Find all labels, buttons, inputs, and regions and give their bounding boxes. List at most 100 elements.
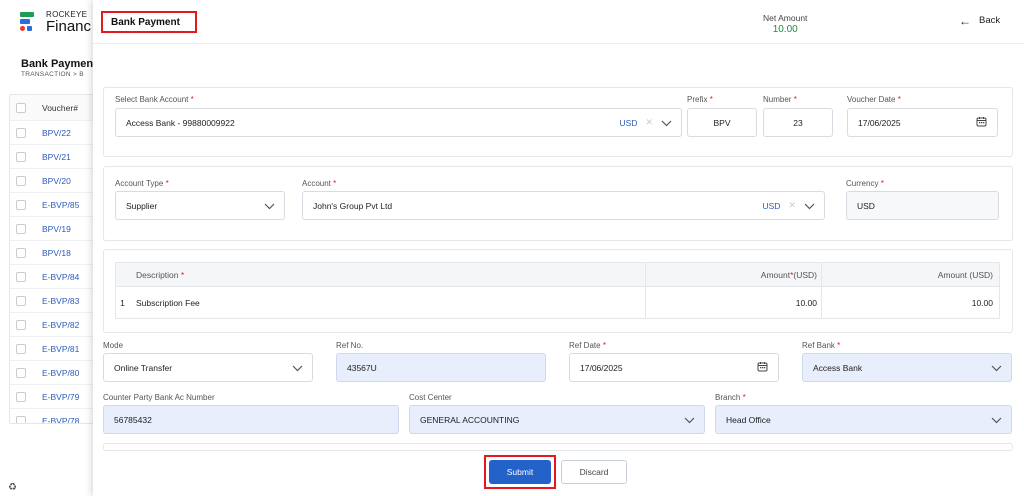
clear-icon[interactable]: ✕: [645, 117, 653, 128]
voucher-link[interactable]: E-BVP/84: [42, 272, 79, 282]
recycle-icon[interactable]: ♻: [8, 482, 17, 493]
table-row[interactable]: E-BVP/80: [10, 361, 98, 385]
number-field[interactable]: 23: [763, 108, 833, 137]
voucher-link[interactable]: E-BVP/83: [42, 296, 79, 306]
chevron-down-icon[interactable]: [991, 415, 1002, 425]
ref-no-field[interactable]: 43567U: [336, 353, 546, 382]
account-type-select[interactable]: Supplier: [115, 191, 285, 220]
description-header: Description *: [126, 263, 646, 286]
row-checkbox[interactable]: [16, 343, 26, 354]
voucher-link[interactable]: BPV/20: [42, 176, 71, 186]
description-cell[interactable]: Subscription Fee: [126, 287, 646, 318]
table-row[interactable]: E-BVP/81: [10, 337, 98, 361]
row-checkbox[interactable]: [16, 415, 26, 423]
voucher-link[interactable]: E-BVP/80: [42, 368, 79, 378]
table-row[interactable]: BPV/19: [10, 217, 98, 241]
select-all-checkbox[interactable]: [16, 102, 26, 113]
account-type-value: Supplier: [126, 200, 158, 211]
table-row[interactable]: BPV/21: [10, 145, 98, 169]
row-index: 1: [120, 297, 125, 308]
calendar-icon[interactable]: [976, 116, 987, 129]
currency-value: USD: [857, 200, 875, 211]
prefix-value: BPV: [713, 117, 731, 128]
row-checkbox[interactable]: [16, 223, 26, 234]
table-row[interactable]: E-BVP/84: [10, 265, 98, 289]
voucher-link[interactable]: BPV/22: [42, 128, 71, 138]
row-checkbox[interactable]: [16, 247, 26, 258]
branch-select[interactable]: Head Office: [715, 405, 1012, 434]
ref-date-field[interactable]: 17/06/2025: [569, 353, 779, 382]
table-row[interactable]: BPV/20: [10, 169, 98, 193]
currency-label: Currency *: [846, 179, 884, 188]
panel-title: Bank Payment: [101, 11, 197, 33]
ref-date-label: Ref Date *: [569, 341, 606, 350]
submit-button[interactable]: Submit: [489, 460, 551, 484]
counter-party-field[interactable]: 56785432: [103, 405, 399, 434]
chevron-down-icon[interactable]: [684, 415, 695, 425]
clear-icon[interactable]: ✕: [788, 200, 796, 211]
arrow-left-icon: ←: [959, 13, 971, 28]
ref-no-value: 43567U: [347, 362, 377, 373]
bank-account-select[interactable]: Access Bank - 99880009922 USD ✕: [115, 108, 682, 137]
counter-party-value: 56785432: [114, 414, 152, 425]
currency-field: USD: [846, 191, 999, 220]
row-checkbox[interactable]: [16, 367, 26, 378]
bank-account-label: Select Bank Account *: [115, 95, 194, 104]
row-checkbox[interactable]: [16, 391, 26, 402]
chevron-down-icon[interactable]: [991, 363, 1002, 373]
voucher-link[interactable]: E-BVP/82: [42, 320, 79, 330]
table-row[interactable]: E-BVP/82: [10, 313, 98, 337]
background-page-title: Bank Payment: [21, 58, 97, 70]
submit-highlight: Submit: [484, 455, 556, 489]
account-select[interactable]: John's Group Pvt Ltd USD ✕: [302, 191, 825, 220]
breadcrumb: TRANSACTION > B: [21, 71, 84, 78]
number-label: Number *: [763, 95, 797, 104]
ref-date-value: 17/06/2025: [580, 362, 623, 373]
row-checkbox[interactable]: [16, 175, 26, 186]
panel-header: Bank Payment Net Amount 10.00 ← Back: [93, 0, 1024, 44]
account-value: John's Group Pvt Ltd: [313, 200, 393, 211]
table-row[interactable]: E-BVP/78: [10, 409, 98, 424]
mode-value: Online Transfer: [114, 362, 173, 373]
discard-button[interactable]: Discard: [561, 460, 627, 484]
voucher-link[interactable]: E-BVP/78: [42, 416, 79, 424]
cost-center-label: Cost Center: [409, 393, 452, 402]
chevron-down-icon[interactable]: [292, 363, 303, 373]
amount-cell[interactable]: 10.00: [646, 287, 822, 318]
voucher-link[interactable]: BPV/18: [42, 248, 71, 258]
table-header-row: Description * Amount * (USD) Amount (USD): [116, 263, 999, 287]
chevron-down-icon[interactable]: [264, 201, 275, 211]
chevron-down-icon[interactable]: [804, 201, 815, 211]
row-checkbox[interactable]: [16, 151, 26, 162]
table-row[interactable]: BPV/18: [10, 241, 98, 265]
voucher-link[interactable]: BPV/21: [42, 152, 71, 162]
voucher-link[interactable]: E-BVP/81: [42, 344, 79, 354]
row-checkbox[interactable]: [16, 271, 26, 282]
voucher-date-field[interactable]: 17/06/2025: [847, 108, 998, 137]
voucher-link[interactable]: E-BVP/79: [42, 392, 79, 402]
cost-center-select[interactable]: GENERAL ACCOUNTING: [409, 405, 705, 434]
amount-required-header: Amount * (USD): [646, 263, 822, 286]
ref-bank-select[interactable]: Access Bank: [802, 353, 1012, 382]
row-checkbox[interactable]: [16, 199, 26, 210]
row-checkbox[interactable]: [16, 319, 26, 330]
table-row[interactable]: E-BVP/79: [10, 385, 98, 409]
ref-no-label: Ref No.: [336, 341, 364, 350]
back-button[interactable]: ← Back: [959, 13, 1000, 28]
table-row[interactable]: E-BVP/85: [10, 193, 98, 217]
voucher-date-value: 17/06/2025: [858, 117, 901, 128]
mode-select[interactable]: Online Transfer: [103, 353, 313, 382]
chevron-down-icon[interactable]: [661, 118, 672, 128]
bank-currency-badge: USD: [619, 117, 638, 128]
voucher-link[interactable]: BPV/19: [42, 224, 71, 234]
calendar-icon[interactable]: [757, 361, 768, 374]
prefix-field[interactable]: BPV: [687, 108, 757, 137]
voucher-link[interactable]: E-BVP/85: [42, 200, 79, 210]
row-checkbox[interactable]: [16, 295, 26, 306]
cost-center-value: GENERAL ACCOUNTING: [420, 414, 520, 425]
table-row[interactable]: E-BVP/83: [10, 289, 98, 313]
table-row[interactable]: BPV/22: [10, 121, 98, 145]
brand-main: Financ: [46, 18, 92, 35]
row-checkbox[interactable]: [16, 127, 26, 138]
amount-base-cell: 10.00: [971, 297, 993, 308]
